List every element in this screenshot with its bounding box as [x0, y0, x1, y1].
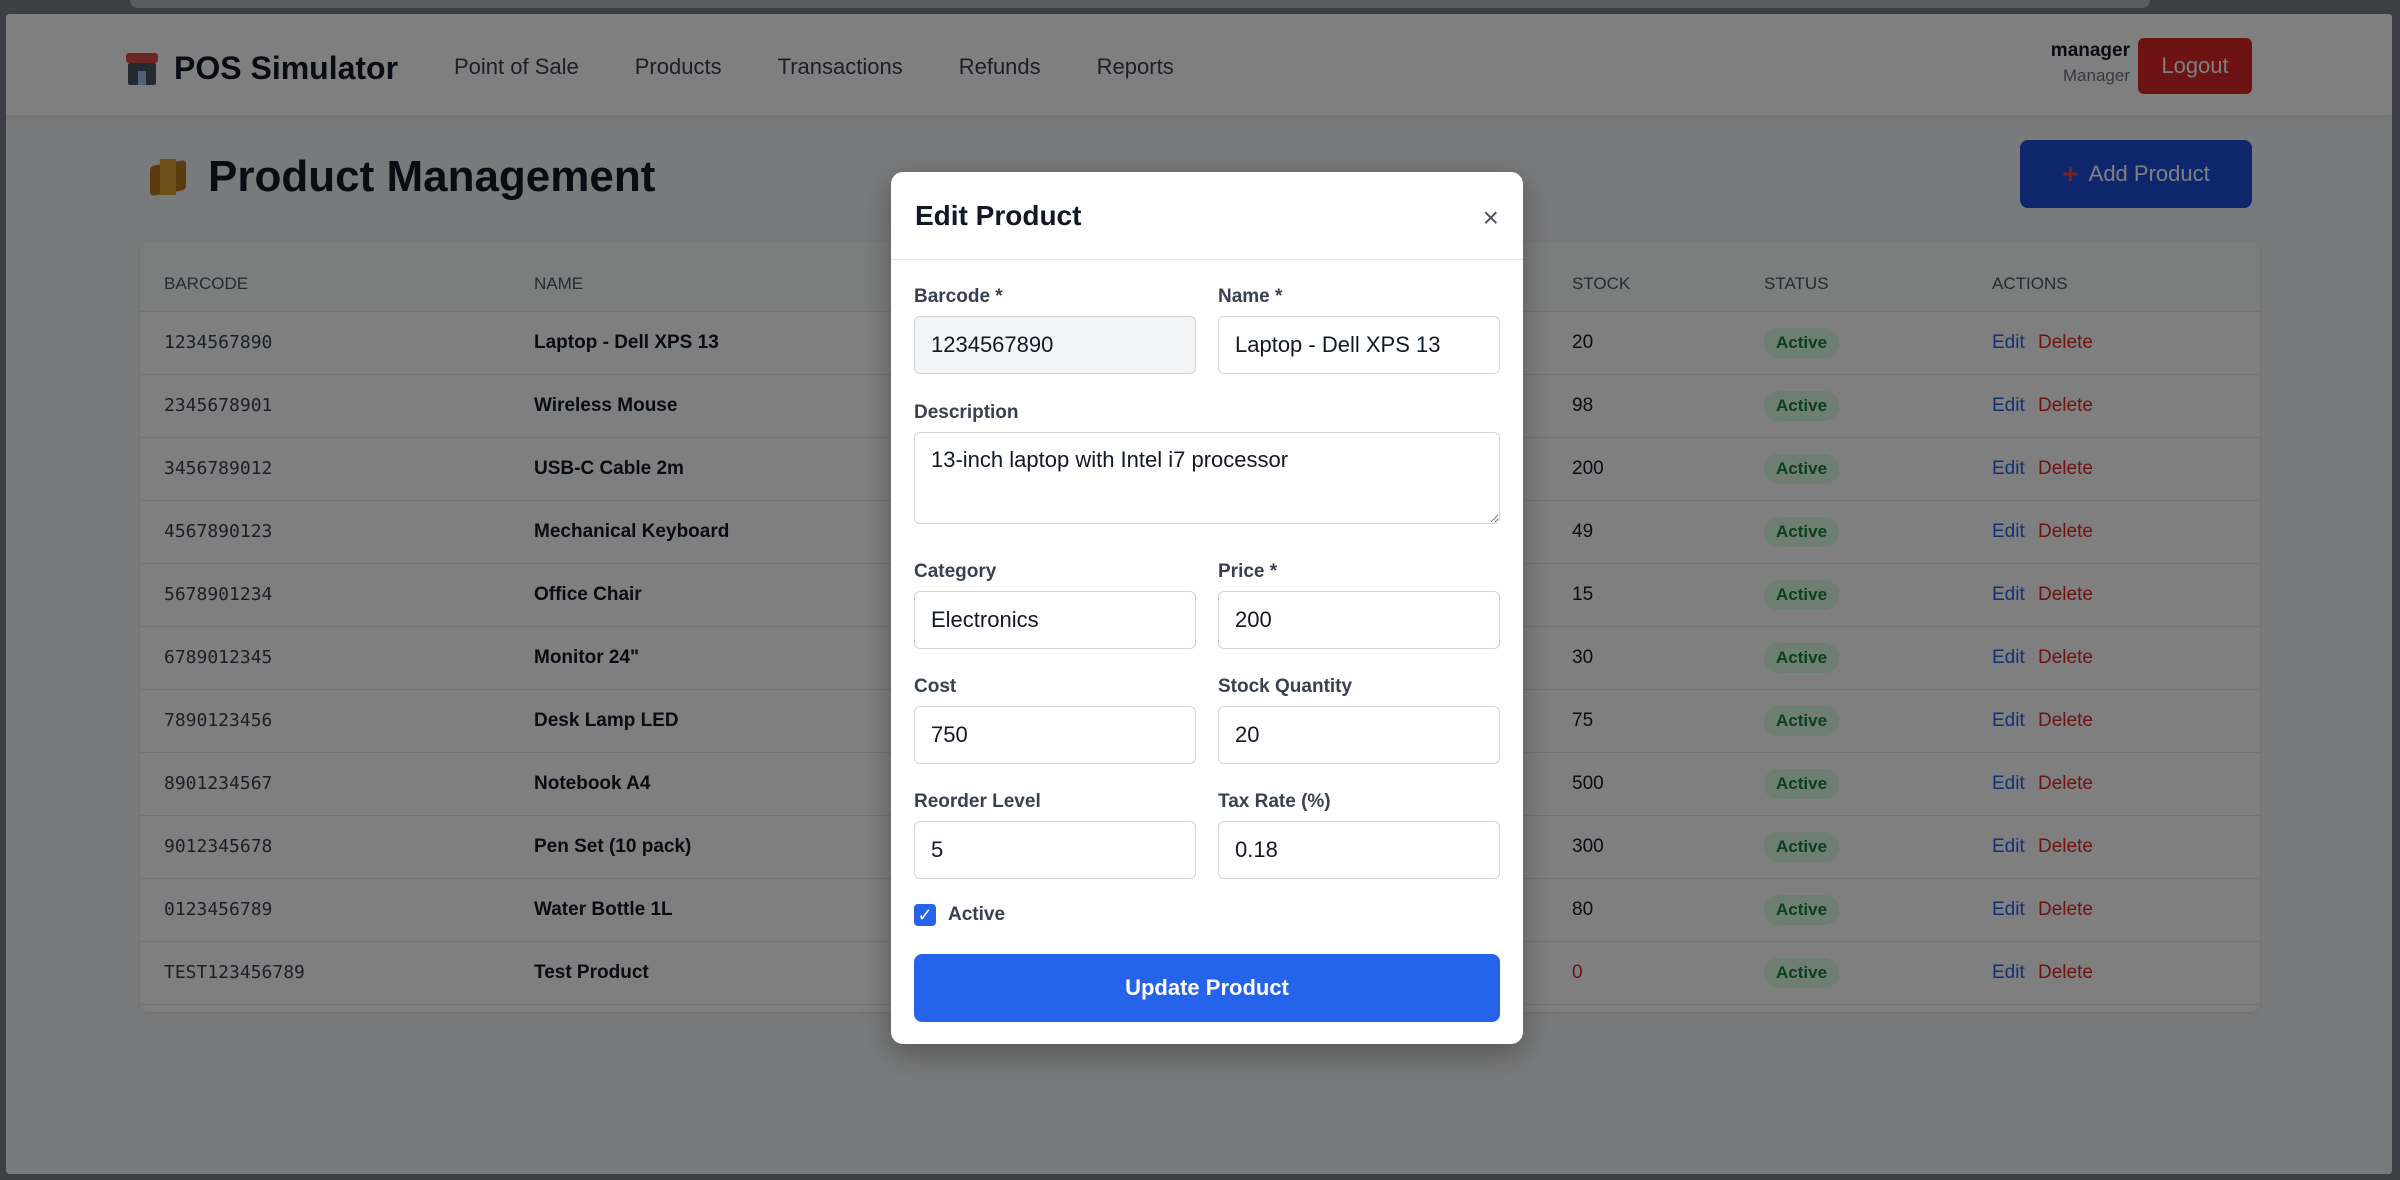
- browser-bar: [130, 0, 2150, 8]
- cost-field[interactable]: [914, 706, 1196, 764]
- price-label: Price *: [1218, 561, 1278, 582]
- browser-top-strip: [0, 0, 2400, 14]
- cost-label: Cost: [914, 676, 957, 697]
- active-label: Active: [948, 904, 1006, 925]
- active-checkbox[interactable]: ✓: [914, 904, 936, 926]
- stock-quantity-field[interactable]: [1218, 706, 1500, 764]
- name-field[interactable]: [1218, 316, 1500, 374]
- barcode-label: Barcode *: [914, 286, 1003, 307]
- reorder-level-label: Reorder Level: [914, 791, 1041, 812]
- price-field[interactable]: [1218, 591, 1500, 649]
- tax-rate-field[interactable]: [1218, 821, 1500, 879]
- reorder-level-field[interactable]: [914, 821, 1196, 879]
- modal-title: Edit Product: [915, 200, 1082, 231]
- stock-quantity-label: Stock Quantity: [1218, 676, 1353, 697]
- description-field[interactable]: 13-inch laptop with Intel i7 processor: [914, 432, 1500, 524]
- edit-product-modal: Edit Product × Barcode * Name * Descript…: [891, 172, 1523, 1044]
- tax-rate-label: Tax Rate (%): [1218, 791, 1331, 812]
- name-label: Name *: [1218, 286, 1283, 307]
- app-window: POS Simulator Point of Sale Products Tra…: [6, 14, 2392, 1174]
- category-field[interactable]: [914, 591, 1196, 649]
- barcode-field[interactable]: [914, 316, 1196, 374]
- description-label: Description: [914, 402, 1019, 423]
- update-product-button[interactable]: Update Product: [914, 954, 1500, 1022]
- category-label: Category: [914, 561, 997, 582]
- modal-header: Edit Product ×: [891, 172, 1523, 260]
- active-toggle: ✓ Active: [914, 904, 1005, 926]
- close-icon[interactable]: ×: [1483, 202, 1499, 234]
